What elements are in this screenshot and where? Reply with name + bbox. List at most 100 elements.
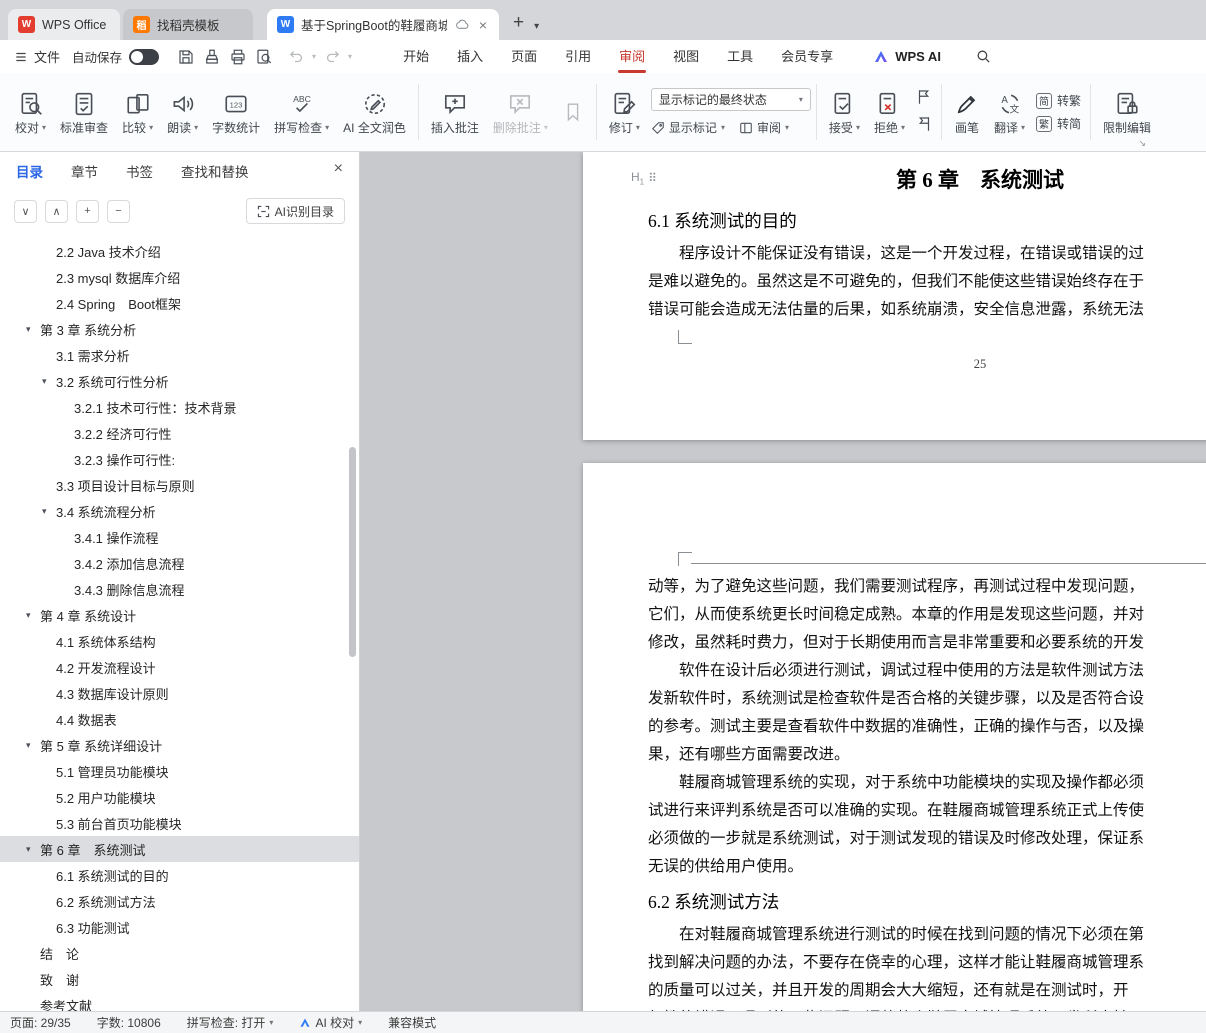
compare-button[interactable]: 比较▾ — [115, 79, 160, 145]
export-pdf-button[interactable] — [199, 45, 225, 69]
redo-dropdown-icon[interactable]: ▾ — [345, 52, 355, 61]
tab-review-menu[interactable]: 审阅 — [605, 41, 659, 73]
expand-all-button[interactable]: ∨ — [14, 200, 37, 223]
show-markup-button[interactable]: 显示标记 ▾ — [651, 119, 725, 136]
toc-item[interactable]: 2.3 mysql 数据库介绍 — [0, 264, 359, 290]
chevron-down-icon[interactable]: ▾ — [26, 324, 40, 335]
track-changes-button[interactable]: 修订▾ — [602, 79, 647, 145]
chevron-down-icon[interactable]: ▾ — [26, 844, 40, 855]
file-menu-button[interactable]: 文件 — [0, 47, 72, 66]
reject-revision-button[interactable]: 拒绝▾ — [867, 79, 912, 145]
new-tab-button[interactable]: + — [499, 12, 534, 40]
toc-item[interactable]: 4.1 系统体系结构 — [0, 628, 359, 654]
close-panel-icon[interactable]: × — [334, 160, 343, 178]
delete-comment-button[interactable]: 删除批注▾ — [486, 79, 555, 145]
toc-item[interactable]: ▾第 6 章 系统测试 — [0, 836, 359, 862]
autosave-toggle[interactable] — [129, 49, 159, 65]
previous-comment-button[interactable] — [555, 79, 591, 145]
toc-item[interactable]: 4.2 开发流程设计 — [0, 654, 359, 680]
simplified-to-traditional-button[interactable]: 简 转繁 — [1036, 92, 1081, 109]
translate-button[interactable]: A文 翻译▾ — [987, 79, 1032, 145]
panel-tab-find-replace[interactable]: 查找和替换 — [181, 161, 249, 181]
save-button[interactable] — [173, 45, 199, 69]
print-preview-button[interactable] — [251, 45, 277, 69]
zoom-in-outline-button[interactable]: + — [76, 200, 99, 223]
undo-button[interactable] — [283, 45, 309, 69]
restrict-edit-button[interactable]: 限制编辑 — [1096, 79, 1158, 145]
accept-revision-button[interactable]: 接受▾ — [822, 79, 867, 145]
standard-review-button[interactable]: 标准审查 — [53, 79, 115, 145]
toc-item[interactable]: 5.1 管理员功能模块 — [0, 758, 359, 784]
brush-button[interactable]: 画笔 — [947, 79, 987, 145]
print-button[interactable] — [225, 45, 251, 69]
next-revision-button[interactable] — [915, 115, 933, 136]
review-pane-button[interactable]: 审阅 ▾ — [739, 119, 789, 136]
spellcheck-indicator[interactable]: 拼写检查: 打开 ▾ — [187, 1014, 274, 1031]
toc-item[interactable]: 致 谢 — [0, 966, 359, 992]
ai-recognize-toc-button[interactable]: AI识别目录 — [246, 198, 345, 224]
word-count-button[interactable]: 123 字数统计 — [205, 79, 267, 145]
traditional-to-simplified-button[interactable]: 繁 转简 — [1036, 115, 1081, 132]
toc-item[interactable]: 结 论 — [0, 940, 359, 966]
toc-item[interactable]: 3.4.3 删除信息流程 — [0, 576, 359, 602]
toc-item[interactable]: 3.2.3 操作可行性: — [0, 446, 359, 472]
redo-button[interactable] — [319, 45, 345, 69]
tab-list-dropdown-icon[interactable]: ▾ — [534, 21, 547, 40]
page-indicator[interactable]: 页面: 29/35 — [10, 1014, 71, 1031]
toc-item[interactable]: 3.2.2 经济可行性 — [0, 420, 359, 446]
tab-view-menu[interactable]: 视图 — [659, 41, 713, 73]
toc-item[interactable]: 2.4 Spring Boot框架 — [0, 290, 359, 316]
previous-revision-button[interactable] — [915, 88, 933, 109]
toc-item[interactable]: 参考文献 — [0, 992, 359, 1011]
chevron-down-icon[interactable]: ▾ — [42, 376, 56, 387]
toc-item[interactable]: 4.4 数据表 — [0, 706, 359, 732]
toc-item[interactable]: 2.2 Java 技术介绍 — [0, 238, 359, 264]
toc-item[interactable]: ▾3.4 系统流程分析 — [0, 498, 359, 524]
undo-dropdown-icon[interactable]: ▾ — [309, 52, 319, 61]
chevron-down-icon[interactable]: ▾ — [26, 610, 40, 621]
chevron-down-icon[interactable]: ▾ — [26, 740, 40, 751]
search-button[interactable] — [975, 48, 992, 65]
tab-page-menu[interactable]: 页面 — [497, 41, 551, 73]
toc-scrollbar-thumb[interactable] — [349, 447, 356, 657]
toc-item[interactable]: 6.1 系统测试的目的 — [0, 862, 359, 888]
markup-state-select[interactable]: 显示标记的最终状态 ▾ — [651, 88, 811, 111]
tab-tools-menu[interactable]: 工具 — [713, 41, 767, 73]
toc-item[interactable]: ▾3.2 系统可行性分析 — [0, 368, 359, 394]
tab-insert-menu[interactable]: 插入 — [443, 41, 497, 73]
document-canvas[interactable]: H1 ⠿ 第 6 章 系统测试 6.1 系统测试的目的 程序设计不能保证没有错误… — [360, 152, 1206, 1011]
document-page-26[interactable]: 动等，为了避免这些问题，我们需要测试程序，再测试过程中发现问题，它们，从而使系统… — [583, 463, 1206, 1011]
spell-check-button[interactable]: ABC 拼写检查▾ — [267, 79, 336, 145]
panel-tab-sections[interactable]: 章节 — [71, 161, 98, 181]
panel-tab-toc[interactable]: 目录 — [16, 161, 43, 181]
toc-item[interactable]: 3.4.1 操作流程 — [0, 524, 359, 550]
panel-tab-bookmarks[interactable]: 书签 — [126, 161, 153, 181]
toc-item[interactable]: 3.3 项目设计目标与原则 — [0, 472, 359, 498]
word-count-indicator[interactable]: 字数: 10806 — [97, 1014, 161, 1031]
insert-comment-button[interactable]: 插入批注 — [424, 79, 486, 145]
toc-item[interactable]: 4.3 数据库设计原则 — [0, 680, 359, 706]
wps-ai-button[interactable]: WPS AI — [873, 49, 941, 65]
proofread-button[interactable]: 校对▾ — [8, 79, 53, 145]
ribbon-expand-icon[interactable]: ↘ — [1138, 138, 1146, 149]
toc-item[interactable]: 5.3 前台首页功能模块 — [0, 810, 359, 836]
toc-item[interactable]: 3.2.1 技术可行性：技术背景 — [0, 394, 359, 420]
toc-item[interactable]: 3.4.2 添加信息流程 — [0, 550, 359, 576]
read-aloud-button[interactable]: 朗读▾ — [160, 79, 205, 145]
toc-item[interactable]: ▾第 5 章 系统详细设计 — [0, 732, 359, 758]
toc-item[interactable]: ▾第 3 章 系统分析 — [0, 316, 359, 342]
toc-item[interactable]: 5.2 用户功能模块 — [0, 784, 359, 810]
document-page-25[interactable]: H1 ⠿ 第 6 章 系统测试 6.1 系统测试的目的 程序设计不能保证没有错误… — [583, 152, 1206, 440]
toc-item[interactable]: 6.3 功能测试 — [0, 914, 359, 940]
close-tab-icon[interactable]: × — [477, 18, 489, 32]
zoom-out-outline-button[interactable]: − — [107, 200, 130, 223]
chevron-down-icon[interactable]: ▾ — [42, 506, 56, 517]
ai-polish-button[interactable]: AI 全文润色 — [336, 79, 413, 145]
tab-home-menu[interactable]: 开始 — [389, 41, 443, 73]
collapse-all-button[interactable]: ∧ — [45, 200, 68, 223]
tab-document-active[interactable]: W 基于SpringBoot的鞋履商城管 × — [267, 9, 499, 40]
ai-proofread-indicator[interactable]: AI 校对 ▾ — [299, 1014, 362, 1031]
toc-item[interactable]: 3.1 需求分析 — [0, 342, 359, 368]
tab-docer-templates[interactable]: 稻 找稻壳模板 — [123, 9, 253, 40]
tab-member-menu[interactable]: 会员专享 — [767, 41, 847, 73]
